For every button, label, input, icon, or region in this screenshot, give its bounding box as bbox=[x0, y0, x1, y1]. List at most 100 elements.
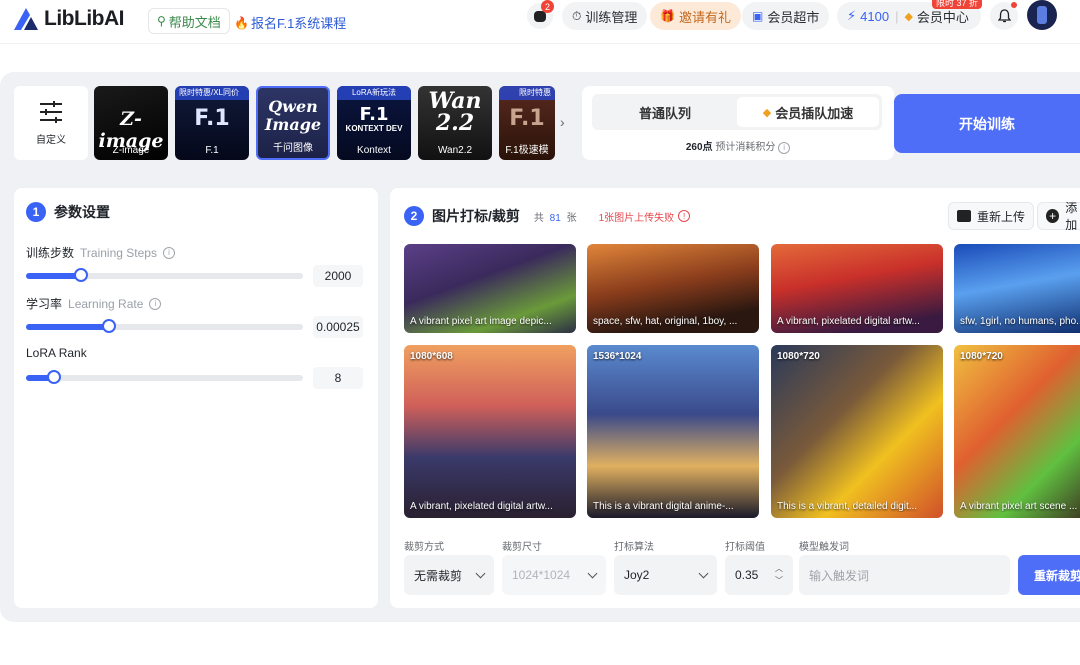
info-icon[interactable]: i bbox=[149, 297, 162, 310]
image-thumb[interactable]: sfw, 1girl, no humans, pho... bbox=[954, 244, 1080, 333]
preset-art-text: F.1 bbox=[194, 106, 230, 131]
info-icon[interactable]: ! bbox=[678, 210, 691, 222]
fire-icon: 🔥 bbox=[234, 15, 249, 30]
notif-count-badge: 2 bbox=[541, 0, 554, 13]
queue-normal-label: 普通队列 bbox=[638, 105, 691, 121]
avatar[interactable] bbox=[1027, 0, 1057, 30]
start-training-button[interactable]: 开始训练 bbox=[894, 94, 1080, 153]
images-title-text: 图片打标/裁剪 bbox=[432, 208, 520, 224]
upload-icon bbox=[957, 210, 971, 222]
preset-tag: 限时特惠 bbox=[499, 86, 555, 100]
steps-value[interactable]: 2000 bbox=[313, 265, 363, 287]
image-thumb[interactable]: space, sfw, hat, original, 1boy, ... bbox=[587, 244, 759, 333]
discount-tag: 限时 37 折 bbox=[932, 0, 983, 9]
thumb-caption: A vibrant pixel art image depic... bbox=[410, 316, 552, 327]
params-panel: 1 参数设置 训练步数 Training Steps i 2000 学习率 Le… bbox=[14, 188, 378, 608]
crop-method-select[interactable]: 无需裁剪 bbox=[404, 555, 494, 595]
tag-algo-value: Joy2 bbox=[624, 568, 650, 582]
diamond-icon: ◆ bbox=[904, 10, 913, 23]
steps-label: 训练步数 bbox=[26, 246, 75, 260]
notification-bot-button[interactable]: 2 bbox=[527, 0, 554, 29]
chevron-down-icon[interactable]: ﹀ bbox=[775, 575, 783, 587]
chevron-down-icon bbox=[698, 568, 709, 579]
image-thumb[interactable]: 1080*608 A vibrant, pixelated digital ar… bbox=[404, 345, 576, 518]
fail-text: 1张图片上传失败 bbox=[598, 212, 675, 224]
invite-button[interactable]: 🎁 邀请有礼 bbox=[650, 2, 741, 30]
rank-slider[interactable] bbox=[26, 370, 303, 384]
images-title: 2 图片打标/裁剪 共 81 张 1张图片上传失败 ! bbox=[404, 206, 691, 226]
image-count: 共 81 张 bbox=[534, 209, 577, 224]
info-icon[interactable]: i bbox=[162, 246, 175, 259]
shop-icon: ▣ bbox=[752, 9, 764, 23]
image-thumb[interactable]: 1536*1024 This is a vibrant digital anim… bbox=[587, 345, 759, 518]
thumb-caption: A vibrant pixel art scene ... bbox=[960, 501, 1078, 512]
queue-vip-tab[interactable]: ◆ 会员插队加速 bbox=[737, 97, 879, 127]
train-manage-button[interactable]: ⏱ 训练管理 bbox=[562, 2, 648, 30]
tag-algo-label: 打标算法 bbox=[614, 542, 654, 553]
thumb-dimensions: 1080*720 bbox=[777, 351, 820, 362]
preset-tag: 限时特惠/XL同价 bbox=[175, 86, 249, 100]
help-docs-button[interactable]: ⚲ 帮助文档 bbox=[148, 8, 230, 34]
course-link[interactable]: 🔥 报名F.1系统课程 bbox=[234, 13, 346, 32]
logo-icon bbox=[14, 8, 38, 30]
threshold-stepper[interactable]: 0.35 ︿ ﹀ bbox=[725, 555, 793, 595]
image-thumb[interactable]: 1080*720 This is a vibrant, detailed dig… bbox=[771, 345, 943, 518]
queue-vip-label: 会员插队加速 bbox=[775, 105, 854, 121]
logo-text: LibLibAI bbox=[44, 7, 124, 30]
lr-value[interactable]: 0.00025 bbox=[313, 316, 363, 338]
plus-icon: + bbox=[1046, 209, 1060, 223]
preset-f1-fast[interactable]: 限时特惠 F.1 F.1极速模 bbox=[499, 86, 555, 160]
crop-size-value: 1024*1024 bbox=[512, 568, 571, 582]
liblib-logo[interactable]: LibLibAI bbox=[12, 6, 124, 32]
bell-button[interactable] bbox=[990, 2, 1018, 30]
thumb-caption: sfw, 1girl, no humans, pho... bbox=[960, 316, 1080, 327]
preset-label: F.1极速模 bbox=[505, 145, 549, 156]
preset-kontext[interactable]: LoRA新玩法 F.1 KONTEXT DEV Kontext bbox=[337, 86, 411, 160]
vip-market-button[interactable]: ▣ 会员超市 bbox=[742, 2, 830, 30]
queue-card: 普通队列 ◆ 会员插队加速 260点 预计消耗积分 i bbox=[582, 86, 894, 160]
slider-knob[interactable] bbox=[46, 370, 61, 384]
slider-fill bbox=[26, 273, 82, 279]
lr-label: 学习率 bbox=[26, 297, 63, 311]
crop-size-select[interactable]: 1024*1024 bbox=[502, 555, 606, 595]
avatar-figure bbox=[1037, 6, 1047, 24]
recrop-button[interactable]: 重新裁剪 bbox=[1018, 555, 1080, 595]
cost-label: 预计消耗积分 bbox=[715, 142, 776, 153]
cost-points: 260点 bbox=[685, 142, 713, 153]
points-value: 4100 bbox=[860, 8, 890, 24]
preset-custom[interactable]: 自定义 bbox=[14, 86, 88, 160]
lr-slider[interactable] bbox=[26, 319, 303, 333]
image-thumb[interactable]: A vibrant pixel art image depic... bbox=[404, 244, 576, 333]
info-icon[interactable]: i bbox=[778, 141, 791, 154]
preset-art-text: F.1 bbox=[509, 106, 545, 131]
image-thumb[interactable]: 1080*720 A vibrant pixel art scene ... bbox=[954, 345, 1080, 518]
preset-art-text: Qwen Image bbox=[264, 97, 322, 134]
preset-z-image[interactable]: Z-image Z-image bbox=[94, 86, 168, 160]
slider-knob[interactable] bbox=[102, 319, 117, 333]
trigger-input[interactable]: 输入触发词 bbox=[799, 555, 1010, 595]
preset-qwen-image[interactable]: Qwen Image 千问图像 bbox=[256, 86, 330, 160]
rank-label: LoRA Rank bbox=[26, 346, 87, 360]
queue-normal-tab[interactable]: 普通队列 bbox=[595, 97, 735, 127]
strip-next-arrow[interactable]: › bbox=[560, 114, 565, 130]
stepper-arrows[interactable]: ︿ ﹀ bbox=[775, 563, 783, 587]
chevron-down-icon bbox=[475, 568, 486, 579]
chevron-up-icon[interactable]: ︿ bbox=[775, 563, 783, 575]
image-thumb[interactable]: A vibrant, pixelated digital artw... bbox=[771, 244, 943, 333]
preset-label: Z-image bbox=[112, 145, 150, 156]
steps-slider[interactable] bbox=[26, 268, 303, 282]
preset-tag: LoRA新玩法 bbox=[337, 86, 411, 100]
rank-value[interactable]: 8 bbox=[313, 367, 363, 389]
reupload-button[interactable]: 重新上传 bbox=[948, 202, 1035, 230]
divider: | bbox=[895, 8, 899, 24]
diamond-icon: ◆ bbox=[762, 106, 772, 119]
cost-line: 260点 预计消耗积分 i bbox=[582, 138, 894, 154]
start-training-label: 开始训练 bbox=[959, 115, 1015, 132]
preset-wan22[interactable]: Wan 2.2 Wan2.2 bbox=[418, 86, 492, 160]
slider-knob[interactable] bbox=[74, 268, 89, 282]
params-title: 1 参数设置 bbox=[26, 202, 110, 222]
preset-f1[interactable]: 限时特惠/XL同价 F.1 F.1 bbox=[175, 86, 249, 160]
vip-center-label: 会员中心 bbox=[916, 9, 969, 25]
add-image-button[interactable]: + 添加 bbox=[1037, 201, 1080, 232]
tag-algo-select[interactable]: Joy2 bbox=[614, 555, 717, 595]
